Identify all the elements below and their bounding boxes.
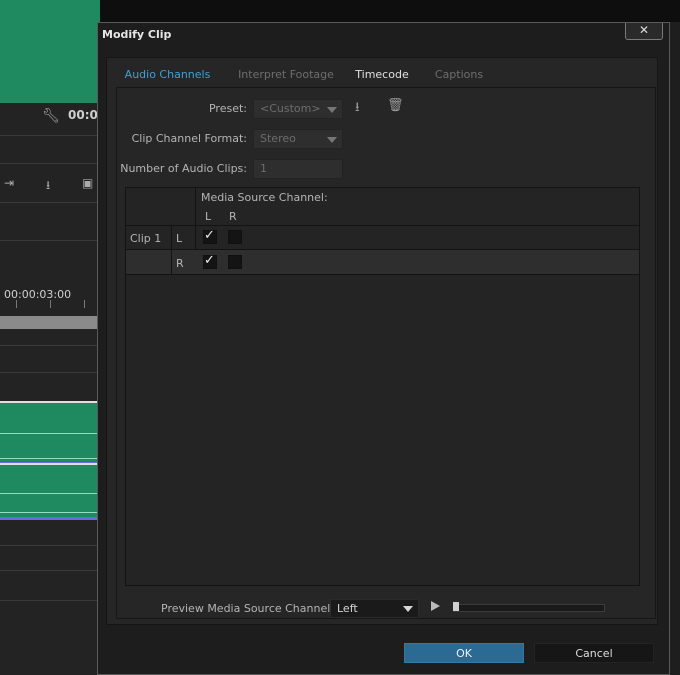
close-button[interactable]: ✕ xyxy=(625,23,663,40)
insert-icon[interactable]: ⇥ xyxy=(4,176,14,190)
timecode-display[interactable]: 00:0 xyxy=(68,108,98,122)
cancel-button[interactable]: Cancel xyxy=(534,643,654,663)
tab-label: Audio Channels xyxy=(124,68,211,81)
checkbox-r[interactable] xyxy=(228,230,242,244)
waveform xyxy=(0,493,100,494)
preview-progress-slider[interactable] xyxy=(453,604,605,612)
chevron-down-icon xyxy=(327,137,337,143)
number-of-audio-clips-label: Number of Audio Clips: xyxy=(120,162,247,175)
track-divider xyxy=(0,545,100,546)
row-divider xyxy=(126,249,639,250)
divider xyxy=(0,135,100,136)
tab-label: Interpret Footage xyxy=(238,68,334,81)
media-source-channel-header: Media Source Channel: xyxy=(201,191,328,204)
audio-clip-a1[interactable] xyxy=(0,401,100,465)
top-dark-area xyxy=(100,0,680,22)
preset-label: Preset: xyxy=(208,102,247,115)
divider xyxy=(0,240,100,241)
save-preset-icon[interactable]: ⭳ xyxy=(355,98,360,120)
audio-channels-panel: Preset: <Custom> ⭳ 🗑︎ Clip Channel Forma… xyxy=(116,87,656,619)
close-icon: ✕ xyxy=(638,23,650,37)
waveform xyxy=(0,512,100,513)
number-of-audio-clips-field[interactable]: 1 xyxy=(253,159,343,179)
number-of-audio-clips-value: 1 xyxy=(260,162,267,175)
tab-timecode[interactable]: Timecode xyxy=(345,61,419,88)
tab-audio-channels[interactable]: Audio Channels xyxy=(116,61,219,88)
tab-captions[interactable]: Captions xyxy=(423,61,495,88)
preset-dropdown[interactable]: <Custom> xyxy=(253,99,343,119)
ruler-tick xyxy=(84,300,85,308)
ruler-timecode: 00:00:03:00 xyxy=(4,288,72,301)
track-divider xyxy=(0,570,100,571)
divider xyxy=(0,163,100,164)
waveform xyxy=(0,433,100,434)
channel-label: L xyxy=(176,232,183,245)
modify-clip-dialog: Modify Clip ✕ Audio Channels Interpret F… xyxy=(97,22,670,675)
waveform xyxy=(0,458,100,459)
export-frame-icon[interactable]: ▣ xyxy=(82,176,93,190)
trash-icon[interactable]: 🗑︎ xyxy=(387,98,404,113)
channel-label: R xyxy=(176,257,184,270)
clip-channel-format-dropdown[interactable]: Stereo xyxy=(253,129,343,149)
play-icon[interactable] xyxy=(431,601,440,611)
work-area-bar[interactable] xyxy=(0,316,100,329)
preview-channel-label: Preview Media Source Channel: xyxy=(161,602,334,615)
table-row: Clip 1 L xyxy=(126,225,639,249)
clip-channel-format-label: Clip Channel Format: xyxy=(131,132,247,145)
row-divider xyxy=(126,274,639,275)
track-divider xyxy=(0,372,100,373)
table-header: Media Source Channel: L R xyxy=(126,188,639,226)
wrench-icon[interactable]: 🔧︎ xyxy=(42,108,60,124)
chevron-down-icon xyxy=(327,107,337,113)
chevron-down-icon xyxy=(403,606,413,612)
overwrite-icon[interactable]: ⭳ xyxy=(46,176,50,197)
checkbox-r[interactable] xyxy=(228,255,242,269)
dialog-titlebar[interactable]: Modify Clip ✕ xyxy=(98,23,669,47)
slider-thumb[interactable] xyxy=(453,602,459,611)
table-row: R xyxy=(126,250,639,274)
channel-assignment-table: Media Source Channel: L R Clip 1 L R xyxy=(125,187,640,586)
ruler-tick xyxy=(16,300,17,308)
tab-label: Timecode xyxy=(355,68,409,81)
column-header-l: L xyxy=(205,210,212,223)
track-divider xyxy=(0,600,100,601)
divider xyxy=(0,202,100,203)
clip-channel-format-value: Stereo xyxy=(260,132,296,145)
video-clip-thumbnail xyxy=(0,0,100,103)
ok-button[interactable]: OK xyxy=(404,643,524,663)
preview-channel-value: Left xyxy=(337,602,358,615)
preview-channel-dropdown[interactable]: Left xyxy=(330,599,419,618)
dialog-title: Modify Clip xyxy=(102,28,172,41)
audio-clip-a2[interactable] xyxy=(0,463,100,520)
checkbox-l[interactable] xyxy=(203,253,217,269)
ruler-tick xyxy=(50,300,51,308)
tab-interpret-footage[interactable]: Interpret Footage xyxy=(231,61,341,88)
preset-value: <Custom> xyxy=(260,102,321,115)
checkbox-l[interactable] xyxy=(203,228,217,244)
tab-label: Captions xyxy=(434,68,484,81)
column-header-r: R xyxy=(229,210,237,223)
track-divider xyxy=(0,345,100,346)
clip-label: Clip 1 xyxy=(130,232,162,245)
